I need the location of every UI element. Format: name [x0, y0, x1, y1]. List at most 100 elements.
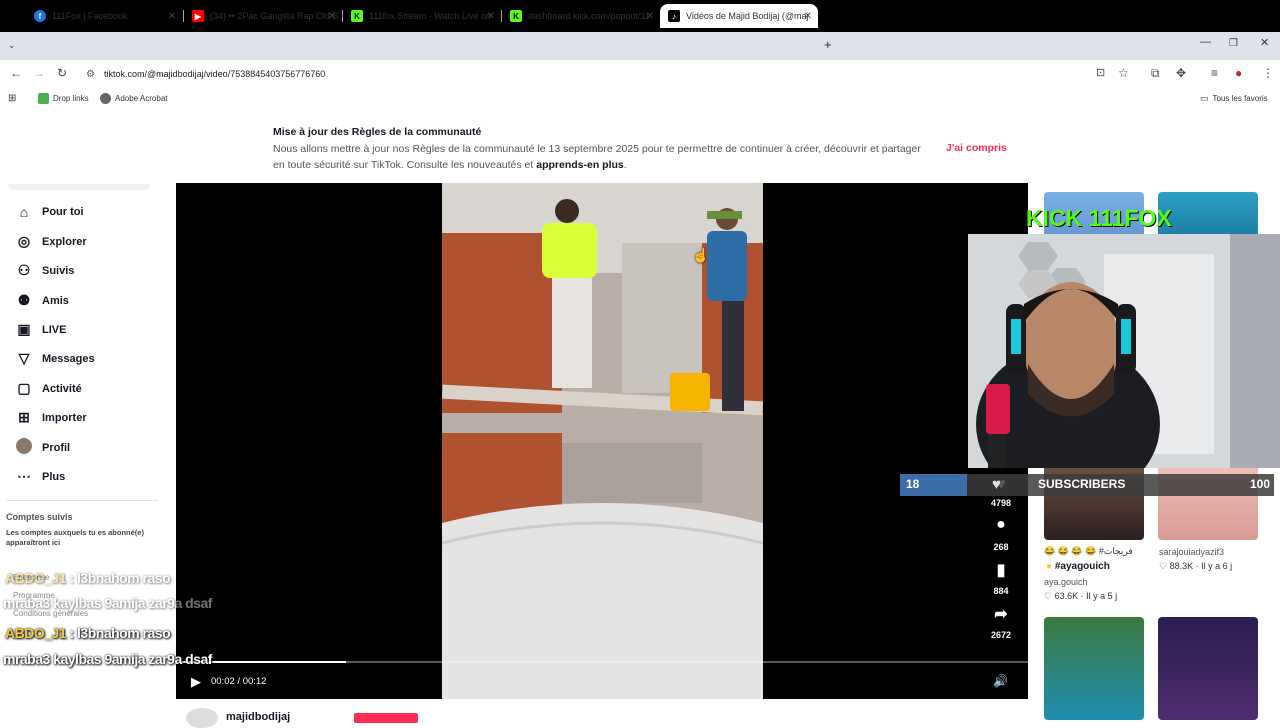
sidebar-item-label: Plus	[42, 470, 66, 483]
bookmark-drop-links[interactable]: Drop links	[38, 93, 89, 104]
subscriber-current: 18	[906, 477, 920, 491]
comment-icon[interactable]: ●	[985, 516, 1017, 534]
followed-accounts-title: Comptes suivis	[6, 512, 73, 522]
subscriber-goal: 100	[1249, 477, 1270, 491]
sidebar-item-messages[interactable]: ▽ Messages	[14, 350, 95, 367]
user-follow-icon: ⚇	[17, 262, 31, 278]
tab-title: 111fox Stream - Watch Live on	[369, 11, 491, 21]
chat-username: ABDO_J1	[5, 625, 67, 641]
tab-title: dashboard.kick.com/popout/11	[528, 11, 650, 21]
tab-kick-dashboard[interactable]: K dashboard.kick.com/popout/11 ✕	[502, 4, 660, 28]
restore-button[interactable]: ❐	[1229, 38, 1238, 49]
puzzle-icon[interactable]: ✥	[1176, 66, 1186, 80]
comment-count: 268	[993, 542, 1009, 552]
sidebar-item-pour-toi[interactable]: ⌂ Pour toi	[14, 204, 84, 220]
folder-icon: ▭	[1200, 93, 1209, 103]
bookmark-label: Drop links	[53, 94, 89, 103]
sidebar-item-activite[interactable]: ▢ Activité	[14, 380, 81, 397]
tab-title: 111Fox | Facebook	[52, 11, 128, 21]
recommended-tag[interactable]: #ayagouich	[1055, 561, 1110, 572]
followed-accounts-hint: Les comptes auxquels tu es abonné(e) app…	[6, 528, 144, 547]
close-icon[interactable]: ✕	[168, 11, 176, 22]
tab-tiktok[interactable]: ♪ Vidéos de Majid Bodijaj (@maj ✕	[660, 4, 818, 28]
sidebar-item-plus[interactable]: ⋯ Plus	[14, 468, 65, 485]
sidebar-item-profil[interactable]: Profil	[14, 438, 70, 457]
recommended-stats: ♡ 63.6K · Il y a 5 j	[1044, 591, 1118, 601]
sidebar-item-amis[interactable]: ⚉ Amis	[14, 292, 69, 309]
site-info-icon[interactable]: ⚙	[86, 69, 95, 80]
recommended-thumb[interactable]	[1044, 617, 1144, 720]
chat-text: : l3bnahom raso	[66, 570, 171, 586]
bookmark-star-icon[interactable]: ☆	[1118, 66, 1129, 80]
video-frame[interactable]	[442, 183, 763, 699]
tab-kick-stream[interactable]: K 111fox Stream - Watch Live on ✕	[343, 4, 501, 28]
share-count: 2672	[990, 630, 1012, 640]
tab-youtube[interactable]: ▶ (34) •• 2Pac Gangsta Rap Old S ✕	[184, 4, 342, 28]
understood-button[interactable]: J'ai compris	[946, 142, 1007, 154]
bookmark-icon[interactable]: ▮	[985, 560, 1017, 580]
sidebar-item-label: Profil	[42, 441, 71, 454]
recommended-user[interactable]: aya.gouich	[1044, 577, 1088, 587]
sidebar-item-explorer[interactable]: ◎ Explorer	[14, 233, 87, 250]
apps-grid-icon[interactable]: ⊞	[8, 93, 16, 104]
sidebar-item-label: Importer	[42, 411, 87, 424]
chat-message-faded: ABDO_J1 : l3bnahom raso	[5, 570, 171, 586]
reload-icon[interactable]: ↻	[57, 66, 67, 80]
bookmark-label: Tous les favoris	[1212, 94, 1268, 103]
close-icon[interactable]: ✕	[328, 11, 336, 22]
media-control-icon[interactable]: ≡	[1211, 66, 1218, 80]
url-field[interactable]: ⚙ tiktok.com/@majidbodijaj/video/7538845…	[80, 63, 1140, 85]
close-icon[interactable]: ✕	[646, 11, 654, 22]
extension-icon[interactable]: ⧉	[1151, 66, 1160, 81]
share-icon[interactable]: ➦	[985, 604, 1017, 624]
forward-icon[interactable]: →	[33, 66, 45, 80]
minimize-button[interactable]: —	[1200, 36, 1211, 48]
menu-icon[interactable]: ⋮	[1262, 66, 1274, 80]
close-window-button[interactable]: ✕	[1260, 36, 1269, 49]
learn-more-link[interactable]: apprends-en plus	[536, 159, 624, 171]
recommended-user[interactable]: sarajouiadyazif3	[1159, 547, 1224, 557]
all-bookmarks-folder[interactable]: ▭ Tous les favoris	[1200, 93, 1268, 104]
youtube-icon: ▶	[192, 10, 204, 22]
progress-track[interactable]	[176, 661, 1028, 663]
follow-button[interactable]	[354, 713, 418, 723]
drop-links-icon	[38, 93, 49, 104]
search-input[interactable]	[8, 184, 150, 190]
save-count: 884	[993, 586, 1009, 596]
banner-body: Nous allons mettre à jour nos Règles de …	[273, 141, 933, 173]
bookmarks-bar: ⊞ Drop links Adobe Acrobat ▭ Tous les fa…	[0, 88, 1280, 110]
profile-avatar-icon[interactable]: ●	[1235, 66, 1242, 80]
install-app-icon[interactable]: ⊡	[1096, 66, 1105, 79]
close-icon[interactable]: ✕	[804, 11, 812, 22]
recommended-age: Il y a 5 j	[1086, 591, 1118, 601]
tiktok-icon: ♪	[668, 10, 680, 22]
tab-search-icon[interactable]: ⌄	[8, 40, 16, 51]
recommended-caption: 😂 😂 😂 😂 #فريجات	[1044, 546, 1133, 556]
sidebar-divider	[6, 500, 158, 501]
chat-message: mraba3 kaylbas 9amija zar9a dsaf	[3, 651, 212, 667]
play-icon[interactable]: ▶	[191, 674, 201, 690]
heart-icon: ♥	[992, 476, 1001, 493]
home-icon: ⌂	[19, 204, 29, 220]
new-tab-button[interactable]: +	[824, 37, 832, 52]
tab-facebook[interactable]: f 111Fox | Facebook ✕	[26, 4, 182, 28]
bookmark-adobe-acrobat[interactable]: Adobe Acrobat	[100, 93, 167, 104]
facebook-icon: f	[34, 10, 46, 22]
sidebar-item-live[interactable]: ▣ LIVE	[14, 321, 66, 338]
sidebar-item-suivis[interactable]: ⚇ Suivis	[14, 262, 75, 279]
volume-icon[interactable]: 🔊	[993, 674, 1008, 688]
kick-icon: K	[351, 10, 363, 22]
friends-icon: ⚉	[17, 292, 31, 308]
more-icon: ⋯	[17, 468, 31, 484]
sidebar-item-importer[interactable]: ⊞ Importer	[14, 409, 87, 426]
close-icon[interactable]: ✕	[487, 11, 495, 22]
kick-icon: K	[510, 10, 522, 22]
author-avatar[interactable]	[186, 708, 218, 728]
recommended-tag-row: ● #ayagouich	[1046, 561, 1110, 572]
sidebar-item-label: Amis	[42, 294, 69, 307]
sidebar-item-label: LIVE	[42, 323, 67, 336]
live-icon: ▣	[17, 321, 31, 337]
recommended-thumb[interactable]	[1158, 617, 1258, 720]
author-name[interactable]: majidbodijaj	[226, 711, 290, 723]
back-icon[interactable]: ←	[10, 66, 22, 80]
